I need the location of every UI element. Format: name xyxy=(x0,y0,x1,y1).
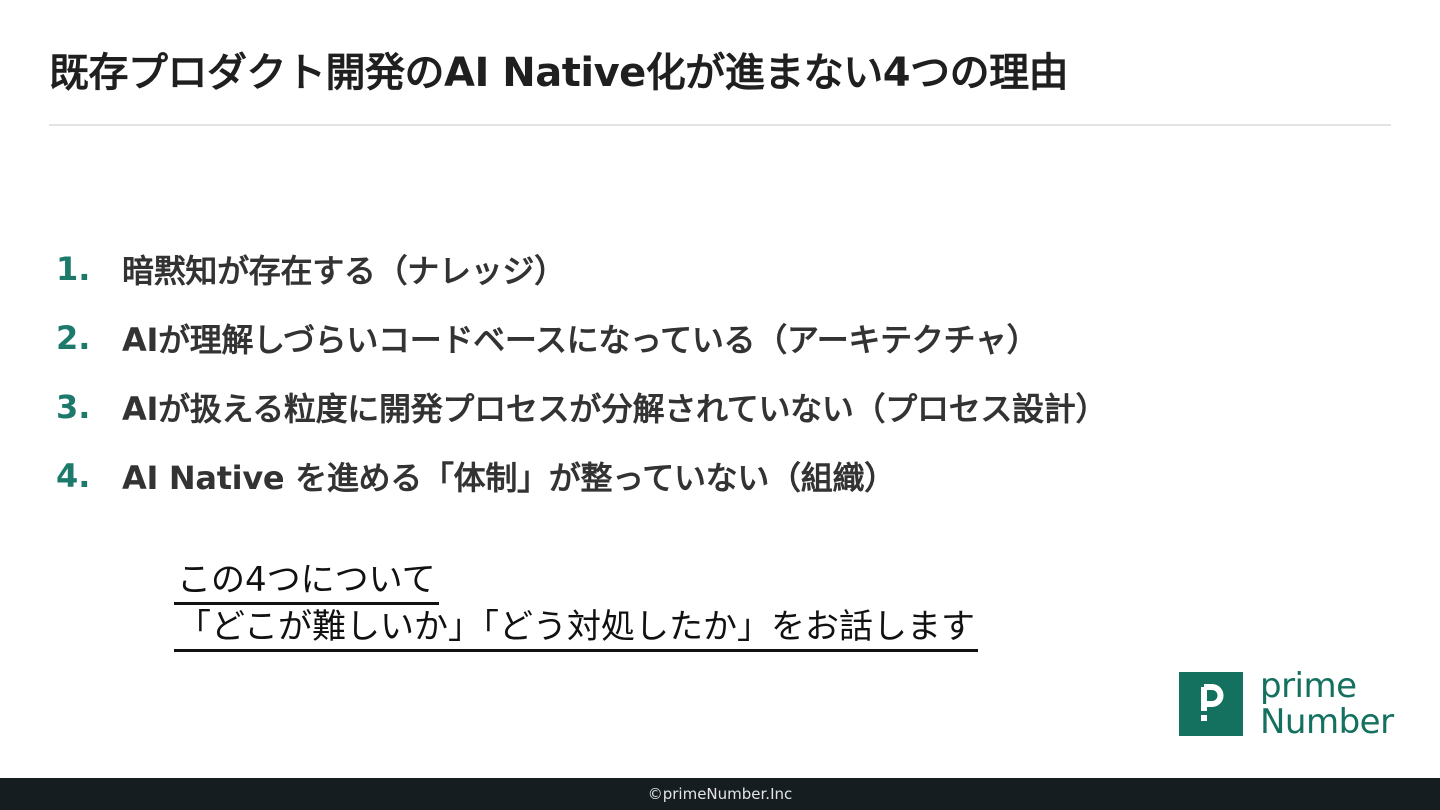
prime-number-p-icon xyxy=(1179,672,1243,736)
reason-item: 1. 暗黙知が存在する（ナレッジ） xyxy=(56,234,1107,303)
reason-item: 2. AIが理解しづらいコードベースになっている（アーキテクチャ） xyxy=(56,303,1107,372)
reason-number: 4. xyxy=(56,456,91,495)
reason-list: 1. 暗黙知が存在する（ナレッジ） 2. AIが理解しづらいコードベースになって… xyxy=(56,234,1107,510)
logo-wordmark: prime Number xyxy=(1260,668,1394,740)
reason-item: 3. AIが扱える粒度に開発プロセスが分解されていない（プロセス設計） xyxy=(56,372,1107,441)
summary-note-line-2: 「どこが難しいか」「どう対処したか」をお話します xyxy=(174,605,978,652)
slide-title: 既存プロダクト開発のAI Native化が進まない4つの理由 xyxy=(49,50,1069,96)
copyright-text: ©primeNumber.Inc xyxy=(647,785,793,803)
reason-number: 2. xyxy=(56,318,91,357)
title-divider xyxy=(49,124,1391,126)
logo-word-prime: prime xyxy=(1260,666,1357,706)
reason-text: AIが扱える粒度に開発プロセスが分解されていない（プロセス設計） xyxy=(122,389,1108,428)
summary-note-line-1: この4つについて xyxy=(174,558,439,605)
reason-text: 暗黙知が存在する（ナレッジ） xyxy=(122,251,566,290)
p-logo-glyph xyxy=(1179,672,1243,736)
logo-word-number: Number xyxy=(1260,702,1394,742)
reason-number: 3. xyxy=(56,387,91,426)
prime-number-logo: prime Number xyxy=(1179,668,1394,740)
footer-bar: ©primeNumber.Inc xyxy=(0,778,1440,810)
reason-item: 4. AI Native を進める「体制」が整っていない（組織） xyxy=(56,441,1107,510)
reason-number: 1. xyxy=(56,249,91,288)
reason-text: AI Native を進める「体制」が整っていない（組織） xyxy=(122,458,896,497)
summary-note: この4つについて 「どこが難しいか」「どう対処したか」をお話します xyxy=(174,558,978,652)
reason-text: AIが理解しづらいコードベースになっている（アーキテクチャ） xyxy=(122,320,1039,359)
